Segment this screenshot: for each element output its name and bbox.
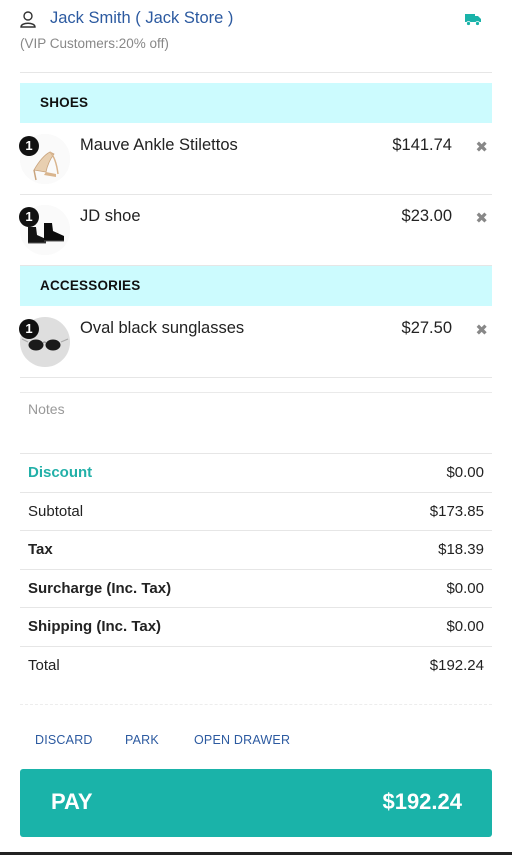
pay-amount: $192.24 <box>382 789 462 814</box>
pay-label: PAY <box>51 789 93 814</box>
tax-value: $18.39 <box>438 541 484 558</box>
totals-row-discount: Discount $0.00 <box>20 453 492 492</box>
totals-row-subtotal: Subtotal $173.85 <box>20 491 492 531</box>
surcharge-label: Surcharge (Inc. Tax) <box>28 579 172 597</box>
open-drawer-button[interactable]: OPEN DRAWER <box>194 733 290 747</box>
item-price: $141.74 <box>392 136 452 154</box>
total-value: $192.24 <box>429 656 484 674</box>
category-header-shoes: SHOES <box>20 83 492 123</box>
category-label: ACCESSORIES <box>40 278 141 293</box>
category-label: SHOES <box>40 95 89 110</box>
totals-row-shipping: Shipping (Inc. Tax) $0.00 <box>20 607 492 646</box>
close-icon[interactable]: ✖ <box>475 209 488 227</box>
cart-item[interactable]: 1 Mauve Ankle Stilettos $141.74 ✖ <box>19 124 492 195</box>
shipping-value: $0.00 <box>446 618 484 635</box>
discount-link[interactable]: Discount <box>28 464 92 481</box>
user-icon <box>20 11 36 28</box>
totals-row-surcharge: Surcharge (Inc. Tax) $0.00 <box>20 568 492 608</box>
totals-row-tax: Tax $18.39 <box>20 530 492 569</box>
park-button[interactable]: PARK <box>125 733 159 747</box>
cart-item[interactable]: 1 JD shoe $23.00 ✖ <box>19 195 492 266</box>
total-label: Total <box>28 656 60 674</box>
category-header-accessories: ACCESSORIES <box>20 266 492 306</box>
customer-header: Jack Smith ( Jack Store ) (VIP Customers… <box>0 0 512 72</box>
cart-item[interactable]: 1 Oval black sunglasses $27.50 ✖ <box>19 307 492 378</box>
discard-button[interactable]: DISCARD <box>35 733 93 747</box>
truck-icon[interactable] <box>465 12 481 26</box>
close-icon[interactable]: ✖ <box>475 138 488 156</box>
item-name: JD shoe <box>80 207 141 225</box>
quantity-badge: 1 <box>19 319 39 339</box>
shipping-label: Shipping (Inc. Tax) <box>28 618 162 635</box>
totals-row-total: Total $192.24 <box>20 645 492 685</box>
discount-value: $0.00 <box>446 464 484 481</box>
divider <box>20 72 492 73</box>
tax-label: Tax <box>28 541 53 558</box>
subtotal-value: $173.85 <box>429 502 484 520</box>
totals-table: Discount $0.00 Subtotal $173.85 Tax $18.… <box>20 453 492 684</box>
item-price: $23.00 <box>401 207 452 225</box>
close-icon[interactable]: ✖ <box>475 321 488 339</box>
divider <box>20 704 492 705</box>
notes-field[interactable] <box>20 392 492 452</box>
quantity-badge: 1 <box>19 136 39 156</box>
item-name: Mauve Ankle Stilettos <box>80 136 238 154</box>
item-name: Oval black sunglasses <box>80 319 245 337</box>
subtotal-label: Subtotal <box>28 502 84 520</box>
customer-group: (VIP Customers:20% off) <box>20 36 169 51</box>
cart-actions: DISCARD PARK OPEN DRAWER <box>20 733 492 753</box>
item-price: $27.50 <box>401 319 452 337</box>
pay-button[interactable]: PAY $192.24 <box>20 769 492 837</box>
quantity-badge: 1 <box>19 207 39 227</box>
customer-name[interactable]: Jack Smith ( Jack Store ) <box>50 9 233 28</box>
surcharge-value: $0.00 <box>446 579 484 597</box>
